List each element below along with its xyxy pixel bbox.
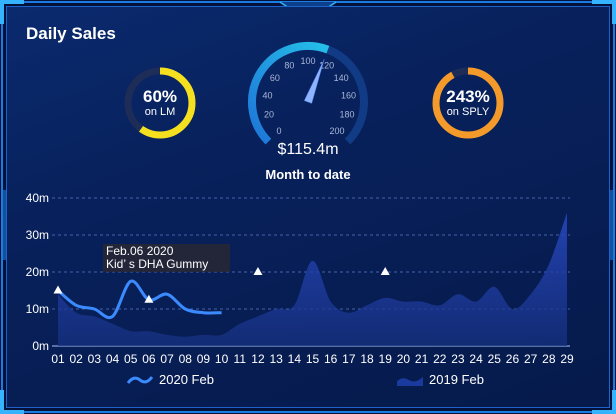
x-tick-label: 19	[379, 352, 393, 366]
x-tick-label: 23	[451, 352, 465, 366]
daily-sales-chart: 0m 10m 20m 30m 40m 01 02 03 04 05 06 07 08 09 10 11 12 1…	[26, 191, 574, 366]
x-tick-label: 01	[51, 352, 65, 366]
x-tick-label: 05	[124, 352, 138, 366]
x-tick-label: 20	[397, 352, 411, 366]
y-tick-label: 0m	[32, 339, 49, 353]
legend-line-icon	[127, 375, 153, 384]
data-point-marker[interactable]	[253, 267, 263, 275]
x-tick-label: 04	[106, 352, 120, 366]
x-tick-label: 07	[160, 352, 174, 366]
series-line-2020	[57, 279, 222, 319]
x-tick-label: 14	[288, 352, 302, 366]
series-area-2019	[58, 212, 567, 346]
legend-label-2020: 2020 Feb	[159, 372, 214, 387]
x-tick-label: 15	[306, 352, 320, 366]
legend-item-2020[interactable]: 2020 Feb	[127, 372, 214, 387]
x-tick-label: 22	[433, 352, 447, 366]
legend-label-2019: 2019 Feb	[429, 372, 484, 387]
x-tick-label: 11	[234, 352, 247, 366]
x-tick-label: 17	[342, 352, 356, 366]
y-tick-label: 20m	[26, 265, 49, 279]
x-tick-label: 16	[324, 352, 338, 366]
x-tick-label: 25	[488, 352, 502, 366]
x-tick-label: 08	[179, 352, 193, 366]
x-tick-label: 28	[542, 352, 556, 366]
x-tick-label: 18	[360, 352, 374, 366]
x-tick-label: 29	[560, 352, 574, 366]
x-tick-label: 12	[251, 352, 265, 366]
legend-item-2019[interactable]: 2019 Feb	[397, 372, 484, 387]
x-tick-label: 26	[506, 352, 520, 366]
data-point-marker[interactable]	[53, 285, 63, 294]
x-tick-label: 10	[215, 352, 229, 366]
x-tick-label: 09	[197, 352, 211, 366]
chart-tooltip: Feb.06 2020 Kid’ s DHA Gummy	[103, 244, 230, 272]
x-tick-label: 27	[524, 352, 538, 366]
x-tick-label: 02	[69, 352, 83, 366]
x-tick-label: 06	[142, 352, 156, 366]
y-tick-label: 30m	[26, 228, 49, 242]
x-tick-label: 21	[415, 352, 429, 366]
y-tick-label: 40m	[26, 191, 49, 205]
legend-area-icon	[397, 376, 423, 386]
tooltip-product: Kid’ s DHA Gummy	[106, 257, 209, 271]
x-tick-label: 03	[88, 352, 102, 366]
y-tick-label: 10m	[26, 302, 49, 316]
data-point-marker[interactable]	[380, 267, 390, 275]
x-tick-label: 24	[469, 352, 483, 366]
x-tick-label: 13	[269, 352, 283, 366]
